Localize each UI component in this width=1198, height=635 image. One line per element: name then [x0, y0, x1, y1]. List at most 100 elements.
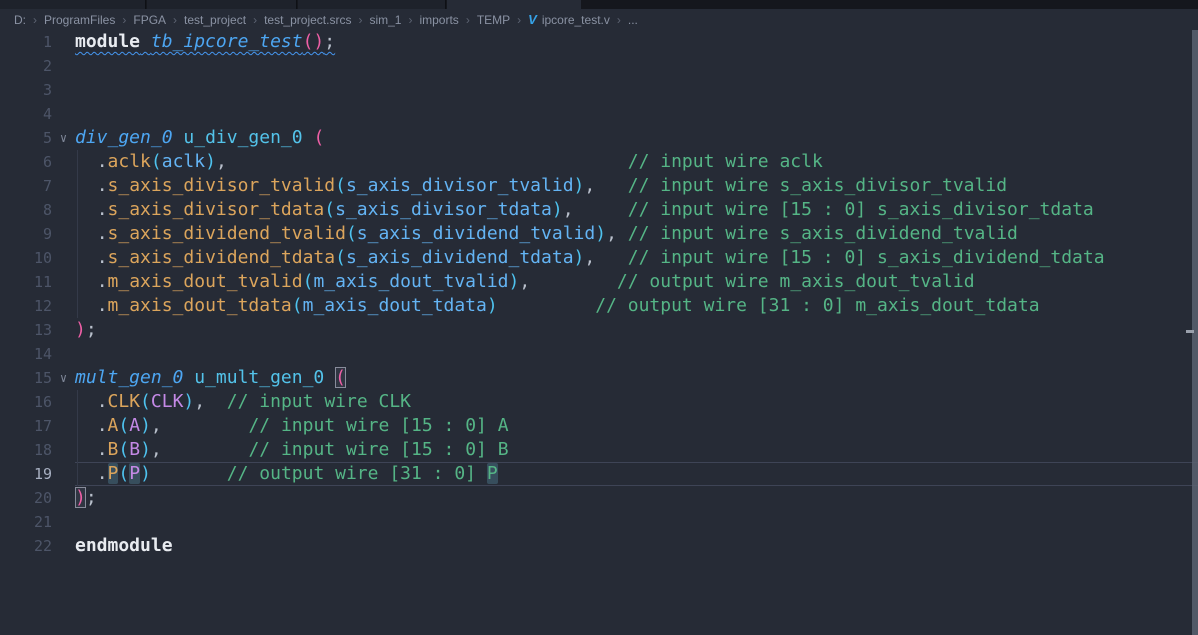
code-line[interactable]: 4: [0, 102, 1198, 126]
code-token: [303, 127, 314, 148]
chevron-right-icon: ›: [358, 13, 362, 27]
line-number: 22: [0, 537, 52, 555]
code-token: ): [574, 175, 585, 196]
code-token: [75, 391, 97, 412]
chevron-right-icon: ›: [466, 13, 470, 27]
breadcrumb-item-test-project[interactable]: test_project: [184, 13, 246, 27]
code-token: .: [97, 199, 108, 220]
code-text: [75, 342, 1198, 366]
code-token: ): [75, 319, 86, 340]
gutter: 17: [0, 414, 75, 438]
code-token: ,: [151, 439, 162, 460]
code-token: [183, 367, 194, 388]
fold-chevron-icon[interactable]: ∨: [52, 371, 75, 385]
indent-guide: [77, 414, 78, 438]
breadcrumb-item-file[interactable]: ipcore_test.v: [542, 13, 610, 27]
breadcrumb-item-fpga[interactable]: FPGA: [133, 13, 166, 27]
gutter: 4: [0, 102, 75, 126]
code-line[interactable]: 17 .A(A), // input wire [15 : 0] A: [0, 414, 1198, 438]
code-token: [530, 271, 617, 292]
code-token: ): [140, 415, 151, 436]
code-line[interactable]: 2: [0, 54, 1198, 78]
code-token: m_axis_dout_tvalid: [313, 271, 508, 292]
code-line[interactable]: 15∨mult_gen_0 u_mult_gen_0 (: [0, 366, 1198, 390]
breadcrumb-item-drive[interactable]: D:: [14, 13, 26, 27]
code-token: m_axis_dout_tdata: [303, 295, 487, 316]
code-token: [75, 223, 97, 244]
indent-guide: [77, 174, 78, 198]
chevron-right-icon: ›: [408, 13, 412, 27]
line-number: 1: [0, 33, 52, 51]
code-line[interactable]: 12 .m_axis_dout_tdata(m_axis_dout_tdata)…: [0, 294, 1198, 318]
chevron-right-icon: ›: [122, 13, 126, 27]
code-token: [75, 199, 97, 220]
breadcrumb-item-programfiles[interactable]: ProgramFiles: [44, 13, 115, 27]
chevron-right-icon: ›: [173, 13, 177, 27]
code-line[interactable]: 3: [0, 78, 1198, 102]
code-line[interactable]: 14: [0, 342, 1198, 366]
breadcrumb-item-temp[interactable]: TEMP: [477, 13, 510, 27]
code-token: .: [97, 439, 108, 460]
code-line[interactable]: 5∨div_gen_0 u_div_gen_0 (: [0, 126, 1198, 150]
breadcrumb: D: › ProgramFiles › FPGA › test_project …: [0, 9, 1198, 30]
tab-3[interactable]: [298, 0, 446, 9]
code-token: [173, 127, 184, 148]
code-text: .s_axis_dividend_tdata(s_axis_dividend_t…: [75, 246, 1198, 270]
code-line[interactable]: 18 .B(B), // input wire [15 : 0] B: [0, 438, 1198, 462]
code-line[interactable]: 16 .CLK(CLK), // input wire CLK: [0, 390, 1198, 414]
line-number: 20: [0, 489, 52, 507]
breadcrumb-item-test-project-srcs[interactable]: test_project.srcs: [264, 13, 351, 27]
code-token: // output wire m_axis_dout_tvalid: [617, 271, 975, 292]
code-token: ,: [606, 223, 617, 244]
indent-guide: [77, 294, 78, 318]
fold-chevron-icon[interactable]: ∨: [52, 131, 75, 145]
indent-guide: [77, 150, 78, 174]
code-token: s_axis_divisor_tdata: [335, 199, 552, 220]
breadcrumb-overflow[interactable]: ...: [628, 13, 638, 27]
code-line[interactable]: 7 .s_axis_divisor_tvalid(s_axis_divisor_…: [0, 174, 1198, 198]
code-token: ): [183, 391, 194, 412]
code-token: (: [346, 223, 357, 244]
gutter: 12: [0, 294, 75, 318]
line-number: 4: [0, 105, 52, 123]
code-line[interactable]: 1module tb_ipcore_test();: [0, 30, 1198, 54]
code-text: .A(A), // input wire [15 : 0] A: [75, 414, 1198, 438]
code-token: .: [97, 391, 108, 412]
code-area[interactable]: 1 module tb_ipcore_test ();23 4 5∨div_gen_0 …: [0, 30, 1198, 635]
line-number: 21: [0, 513, 52, 531]
code-line[interactable]: 9 .s_axis_dividend_tvalid(s_axis_dividen…: [0, 222, 1198, 246]
code-line[interactable]: 21: [0, 510, 1198, 534]
code-token: s_axis_divisor_tdata: [108, 199, 325, 220]
breadcrumb-item-sim-1[interactable]: sim_1: [369, 13, 401, 27]
code-token: tb_ipcore_test: [151, 31, 303, 52]
code-token: [498, 295, 596, 316]
tab-1[interactable]: [0, 0, 146, 9]
line-number: 9: [0, 225, 52, 243]
tab-2[interactable]: [147, 0, 297, 9]
code-token: // input wire s_axis_divisor_tvalid: [628, 175, 1007, 196]
code-token: module: [75, 31, 140, 52]
code-line[interactable]: 10 .s_axis_dividend_tdata(s_axis_dividen…: [0, 246, 1198, 270]
code-token: [75, 151, 97, 172]
code-token: ): [574, 247, 585, 268]
code-line[interactable]: 13);: [0, 318, 1198, 342]
code-text: .s_axis_dividend_tvalid(s_axis_dividend_…: [75, 222, 1198, 246]
code-line[interactable]: 22endmodule: [0, 534, 1198, 558]
code-line[interactable]: 11 .m_axis_dout_tvalid(m_axis_dout_tvali…: [0, 270, 1198, 294]
code-text: [75, 54, 1198, 78]
gutter: 3: [0, 78, 75, 102]
code-token: ;: [324, 31, 335, 52]
line-number: 13: [0, 321, 52, 339]
code-token: ): [552, 199, 563, 220]
gutter: 10: [0, 246, 75, 270]
breadcrumb-item-imports[interactable]: imports: [419, 13, 458, 27]
code-line[interactable]: 19 .P(P) // output wire [31 : 0] P: [0, 462, 1198, 486]
code-line[interactable]: 6 .aclk(aclk), // input wire aclk: [0, 150, 1198, 174]
tab-active[interactable]: [447, 0, 581, 9]
code-line[interactable]: 20);: [0, 486, 1198, 510]
code-line[interactable]: 8 .s_axis_divisor_tdata(s_axis_divisor_t…: [0, 198, 1198, 222]
code-token: (: [335, 367, 346, 388]
code-token: .: [97, 271, 108, 292]
code-token: s_axis_dividend_tvalid: [357, 223, 595, 244]
chevron-right-icon: ›: [253, 13, 257, 27]
